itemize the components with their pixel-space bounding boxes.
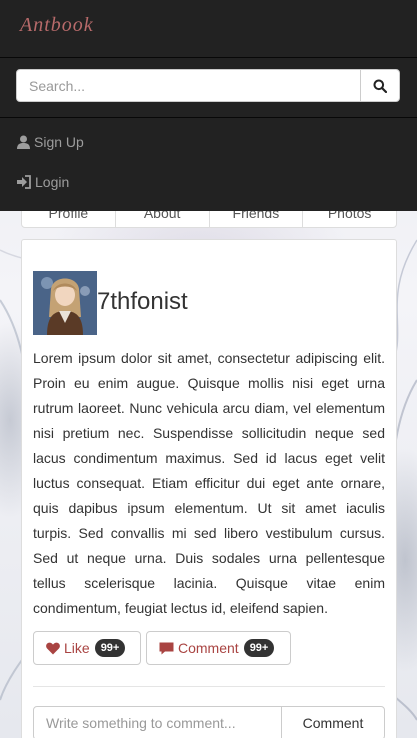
avatar[interactable] bbox=[33, 271, 97, 335]
post-card: 7thfonist Lorem ipsum dolor sit amet, co… bbox=[21, 239, 397, 738]
comment-button[interactable]: Comment 99+ bbox=[146, 631, 291, 665]
post-username[interactable]: 7thfonist bbox=[97, 288, 188, 316]
like-label: Like bbox=[64, 640, 90, 656]
like-button[interactable]: Like 99+ bbox=[33, 631, 141, 665]
like-count-badge: 99+ bbox=[94, 639, 126, 657]
search-input[interactable] bbox=[16, 69, 361, 102]
brand-row: Antbook bbox=[0, 0, 417, 58]
menu-signup-label: Sign Up bbox=[34, 134, 84, 150]
heart-icon bbox=[46, 642, 60, 654]
divider bbox=[33, 686, 385, 687]
search-button[interactable] bbox=[360, 69, 400, 102]
comment-icon bbox=[159, 642, 174, 654]
brand-logo[interactable]: Antbook bbox=[20, 14, 94, 37]
submit-comment-button[interactable]: Comment bbox=[281, 706, 385, 738]
login-icon bbox=[17, 175, 31, 189]
search-icon bbox=[373, 79, 387, 93]
avatar-image bbox=[33, 271, 97, 335]
navbar: Antbook Sign Up Login bbox=[0, 0, 417, 211]
user-icon bbox=[17, 135, 30, 149]
menu-signup[interactable]: Sign Up bbox=[16, 132, 84, 152]
post-text: Lorem ipsum dolor sit amet, consectetur … bbox=[33, 350, 385, 616]
menu-login[interactable]: Login bbox=[16, 172, 69, 192]
menu-login-label: Login bbox=[35, 174, 70, 190]
comment-input[interactable] bbox=[33, 706, 283, 738]
comment-label: Comment bbox=[178, 640, 239, 656]
search-form bbox=[0, 58, 417, 118]
comment-count-badge: 99+ bbox=[243, 639, 275, 657]
